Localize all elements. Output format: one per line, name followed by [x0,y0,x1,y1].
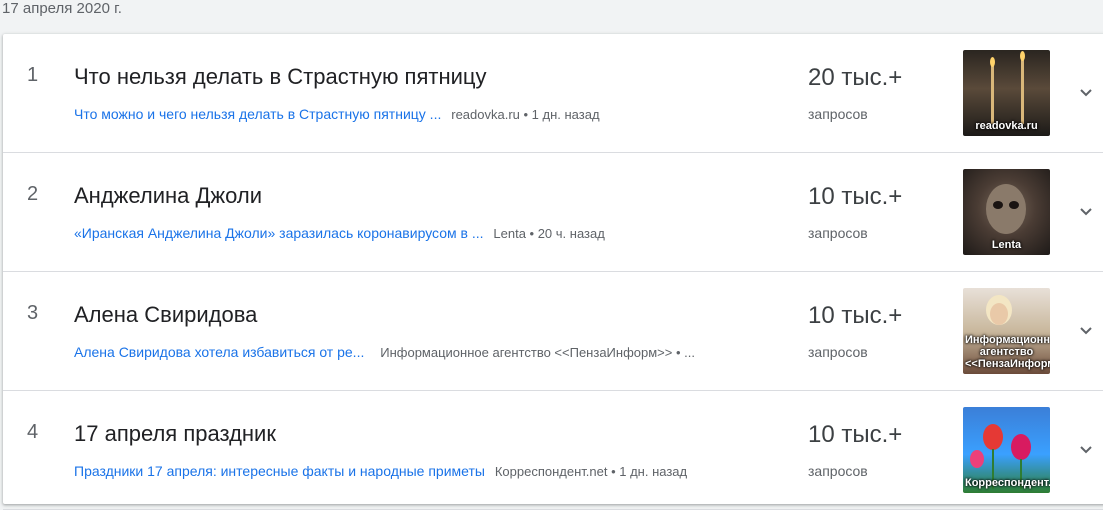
article-thumbnail[interactable]: Lenta [963,169,1050,255]
trends-list: 1 Что нельзя делать в Страстную пятницу … [3,34,1103,510]
thumbnail-source-label: Информационное агентство <<ПензаИнформ>> [965,334,1050,370]
article-thumbnail[interactable]: Корреспондент.net [963,407,1050,493]
trend-title[interactable]: 17 апреля праздник [74,421,276,447]
article-source: Корреспондент.net • 1 дн. назад [494,464,688,479]
expand-button[interactable] [1076,201,1096,221]
trend-article: Алена Свиридова хотела избавиться от ре.… [74,343,695,362]
chevron-down-icon [1080,89,1092,97]
search-count: 20 тыс.+ [808,64,903,91]
trend-title[interactable]: Анджелина Джоли [74,183,262,209]
trend-article: Что можно и чего нельзя делать в Страстн… [74,105,600,124]
date-header: 17 апреля 2020 г. [2,0,122,17]
trend-rank: 1 [27,64,39,86]
article-link[interactable]: Праздники 17 апреля: интересные факты и … [74,463,485,479]
search-count-label: запросов [808,225,868,241]
article-link[interactable]: Что можно и чего нельзя делать в Страстн… [74,106,441,122]
trend-row[interactable]: 4 17 апреля праздник Праздники 17 апреля… [3,391,1103,510]
trend-title[interactable]: Алена Свиридова [74,302,257,328]
chevron-down-icon [1080,327,1092,335]
search-count-label: запросов [808,344,868,360]
article-link[interactable]: «Иранская Анджелина Джоли» заразилась ко… [74,225,484,241]
trend-article: «Иранская Анджелина Джоли» заразилась ко… [74,224,605,243]
search-count: 10 тыс.+ [808,302,903,329]
chevron-down-icon [1080,208,1092,216]
search-count-label: запросов [808,106,868,122]
expand-button[interactable] [1076,320,1096,340]
article-source: Информационное агентство <<ПензаИнформ>>… [380,345,695,360]
trend-article: Праздники 17 апреля: интересные факты и … [74,462,687,481]
trend-title[interactable]: Что нельзя делать в Страстную пятницу [74,64,487,90]
search-count: 10 тыс.+ [808,421,903,448]
trend-rank: 3 [27,302,39,324]
trend-row[interactable]: 2 Анджелина Джоли «Иранская Анджелина Дж… [3,153,1103,272]
article-source: readovka.ru • 1 дн. назад [451,107,600,122]
trend-rank: 4 [27,421,39,443]
expand-button[interactable] [1076,82,1096,102]
search-count-label: запросов [808,463,868,479]
expand-button[interactable] [1076,439,1096,459]
trend-row[interactable]: 1 Что нельзя делать в Страстную пятницу … [3,34,1103,153]
article-source: Lenta • 20 ч. назад [493,226,605,241]
search-count: 10 тыс.+ [808,183,903,210]
thumbnail-source-label: Корреспондент.net [965,477,1050,489]
article-thumbnail[interactable]: readovka.ru [963,50,1050,136]
chevron-down-icon [1080,446,1092,454]
article-thumbnail[interactable]: Информационное агентство <<ПензаИнформ>> [963,288,1050,374]
trend-rank: 2 [27,183,39,205]
thumbnail-source-label: readovka.ru [975,120,1038,132]
trend-row[interactable]: 3 Алена Свиридова Алена Свиридова хотела… [3,272,1103,391]
article-link[interactable]: Алена Свиридова хотела избавиться от ре.… [74,344,364,360]
thumbnail-source-label: Lenta [991,239,1022,251]
